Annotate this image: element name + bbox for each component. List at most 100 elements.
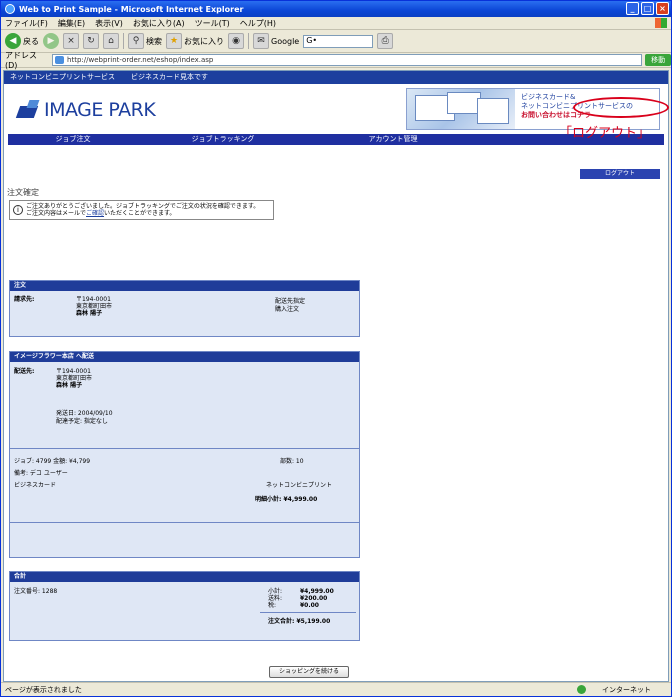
window-title: Web to Print Sample - Microsoft Internet… bbox=[19, 4, 244, 14]
item-divider-2 bbox=[10, 522, 359, 523]
home-icon[interactable]: ⌂ bbox=[103, 33, 119, 49]
item-subtotal: 明細小計: ¥4,999.00 bbox=[255, 496, 318, 503]
continue-shopping-button[interactable]: ショッピングを続ける bbox=[269, 666, 349, 678]
google-search-input[interactable]: G• bbox=[303, 34, 374, 48]
forward-arrow-icon[interactable]: ▶ bbox=[43, 33, 59, 49]
toolbar: ◀ 戻る ▶ × ↻ ⌂ ⚲ 検索 ★ お気に入り ◉ ✉ Google G• … bbox=[1, 30, 671, 53]
maximize-button[interactable]: □ bbox=[641, 2, 654, 15]
menu-tools[interactable]: ツール(T) bbox=[195, 18, 230, 29]
job-line: ジョブ: 4799 金額: ¥4,799 bbox=[14, 458, 91, 465]
banner-screenshots-image bbox=[407, 89, 515, 129]
back-arrow-icon[interactable]: ◀ bbox=[5, 33, 21, 49]
totals-panel-header: 合計 bbox=[10, 572, 359, 582]
menu-file[interactable]: ファイル(F) bbox=[5, 18, 48, 29]
minimize-button[interactable]: _ bbox=[626, 2, 639, 15]
search-icon[interactable]: ⚲ bbox=[128, 33, 144, 49]
totals-divider bbox=[260, 612, 356, 613]
address-label: アドレス(D) bbox=[5, 51, 37, 70]
payment-method: 購入注文 bbox=[275, 306, 300, 313]
top-strip-service[interactable]: ネットコンビニプリントサービス bbox=[10, 71, 115, 84]
item-panel-body: 配送先: 〒194-0001 東京都町田市 森林 陽子 発送日: 2004/09… bbox=[10, 362, 359, 557]
ship-date: 発送日: 2004/09/10 bbox=[56, 410, 113, 417]
shipto-name: 森林 陽子 bbox=[56, 382, 83, 389]
favorites-label[interactable]: お気に入り bbox=[184, 36, 224, 47]
order-panel: 注文 請求先: 〒194-0001 東京都町田市 森林 陽子 配送先指定 購入注… bbox=[9, 280, 360, 337]
address-bar: アドレス(D) http://webprint-order.net/eshop/… bbox=[1, 51, 671, 70]
order-panel-header: 注文 bbox=[10, 281, 359, 291]
item-panel-header: イメージフラワー本店 へ配送 bbox=[10, 352, 359, 362]
billing-name: 森林 陽子 bbox=[76, 310, 103, 317]
stop-icon[interactable]: × bbox=[63, 33, 79, 49]
mail-icon[interactable]: ✉ bbox=[253, 33, 269, 49]
shipto-address: 東京都町田市 bbox=[56, 375, 93, 382]
go-button[interactable]: 移動 bbox=[645, 54, 671, 66]
confirmation-line-2a: ご注文内容はメールで bbox=[26, 210, 87, 217]
nav-job-order[interactable]: ジョブ注文 bbox=[8, 134, 138, 145]
order-panel-body: 請求先: 〒194-0001 東京都町田市 森林 陽子 配送先指定 購入注文 bbox=[10, 291, 359, 336]
delivery-date: 配達予定: 指定なし bbox=[56, 418, 108, 425]
grand-total: 注文合計: ¥5,199.00 bbox=[268, 618, 331, 625]
close-button[interactable]: × bbox=[656, 2, 669, 15]
status-text: ページが表示されました bbox=[5, 685, 82, 694]
logo-text: IMAGE PARK bbox=[44, 99, 156, 121]
totals-panel: 合計 注文番号: 1288 小計: ¥4,999.00 送料: ¥200.00 … bbox=[9, 571, 360, 641]
confirmation-line-2b: いただくことができます。 bbox=[104, 210, 176, 217]
confirmation-message: i ご注文ありがとうございました。ジョブトラッキングでご注文の状況を確認できます… bbox=[9, 200, 274, 220]
remarks: 備考: デコ ユーザー bbox=[14, 470, 68, 477]
nav-job-tracking[interactable]: ジョブトラッキング bbox=[138, 134, 308, 145]
top-strip-sample[interactable]: ビジネスカード見本です bbox=[131, 71, 208, 84]
ie-icon bbox=[5, 4, 15, 14]
menu-help[interactable]: ヘルプ(H) bbox=[240, 18, 276, 29]
menu-bar: ファイル(F) 編集(E) 表示(V) お気に入り(A) ツール(T) ヘルプ(… bbox=[1, 17, 671, 30]
zone-globe-icon bbox=[577, 685, 586, 694]
logo-mark-icon bbox=[18, 100, 40, 120]
search-label[interactable]: 検索 bbox=[146, 36, 162, 47]
confirmation-line-1: ご注文ありがとうございました。ジョブトラッキングでご注文の状況を確認できます。 bbox=[26, 203, 260, 210]
shipping-value: ¥200.00 bbox=[300, 595, 328, 602]
windows-logo-icon bbox=[655, 18, 667, 28]
back-label[interactable]: 戻る bbox=[23, 36, 39, 47]
subtotal-label: 小計: bbox=[268, 588, 283, 595]
image-park-logo[interactable]: IMAGE PARK bbox=[18, 99, 156, 121]
nav-account[interactable]: アカウント管理 bbox=[308, 134, 478, 145]
billing-zip: 〒194-0001 bbox=[76, 296, 111, 303]
media-icon[interactable]: ◉ bbox=[228, 33, 244, 49]
item-divider bbox=[10, 448, 359, 449]
billing-address: 東京都町田市 bbox=[76, 303, 113, 310]
toolbar-separator-2 bbox=[248, 33, 249, 49]
confirm-link[interactable]: ご確認 bbox=[86, 210, 104, 217]
shipping-method: 配送先指定 bbox=[275, 298, 306, 305]
shipto-label: 配送先: bbox=[14, 368, 35, 375]
menu-favorites[interactable]: お気に入り(A) bbox=[133, 18, 185, 29]
page-title: 注文確定 bbox=[7, 188, 39, 197]
logout-callout: 「ログアウト」 bbox=[559, 126, 651, 141]
shipto-zip: 〒194-0001 bbox=[56, 368, 91, 375]
address-input[interactable]: http://webprint-order.net/eshop/index.as… bbox=[52, 54, 643, 66]
item-type: ネットコンビニプリント bbox=[266, 482, 333, 489]
order-number: 注文番号: 1288 bbox=[14, 588, 58, 595]
tax-value: ¥0.00 bbox=[300, 602, 319, 609]
print-icon[interactable]: ⎙ bbox=[377, 33, 394, 49]
logout-highlight-ring bbox=[573, 97, 669, 118]
subtotal-value: ¥4,999.00 bbox=[300, 588, 334, 595]
tax-label: 税: bbox=[268, 602, 277, 609]
google-label: Google bbox=[271, 36, 300, 46]
quantity: 部数: 10 bbox=[280, 458, 304, 465]
toolbar-separator bbox=[123, 33, 124, 49]
logout-button[interactable]: ログアウト bbox=[580, 169, 660, 179]
shipping-label: 送料: bbox=[268, 595, 283, 602]
item-panel: イメージフラワー本店 へ配送 配送先: 〒194-0001 東京都町田市 森林 … bbox=[9, 351, 360, 558]
status-zone: インターネット bbox=[602, 686, 651, 694]
billing-label: 請求先: bbox=[14, 296, 35, 303]
title-bar: Web to Print Sample - Microsoft Internet… bbox=[1, 1, 671, 17]
info-icon: i bbox=[13, 205, 23, 215]
browser-window: Web to Print Sample - Microsoft Internet… bbox=[0, 0, 672, 697]
item-format: ビジネスカード bbox=[14, 482, 57, 489]
totals-panel-body: 注文番号: 1288 小計: ¥4,999.00 送料: ¥200.00 税: … bbox=[10, 582, 359, 640]
menu-edit[interactable]: 編集(E) bbox=[58, 18, 85, 29]
status-bar: ページが表示されました インターネット bbox=[1, 682, 671, 696]
favorites-star-icon[interactable]: ★ bbox=[166, 33, 182, 49]
site-top-strip: ネットコンビニプリントサービス ビジネスカード見本です bbox=[4, 71, 668, 84]
refresh-icon[interactable]: ↻ bbox=[83, 33, 99, 49]
menu-view[interactable]: 表示(V) bbox=[95, 18, 123, 29]
